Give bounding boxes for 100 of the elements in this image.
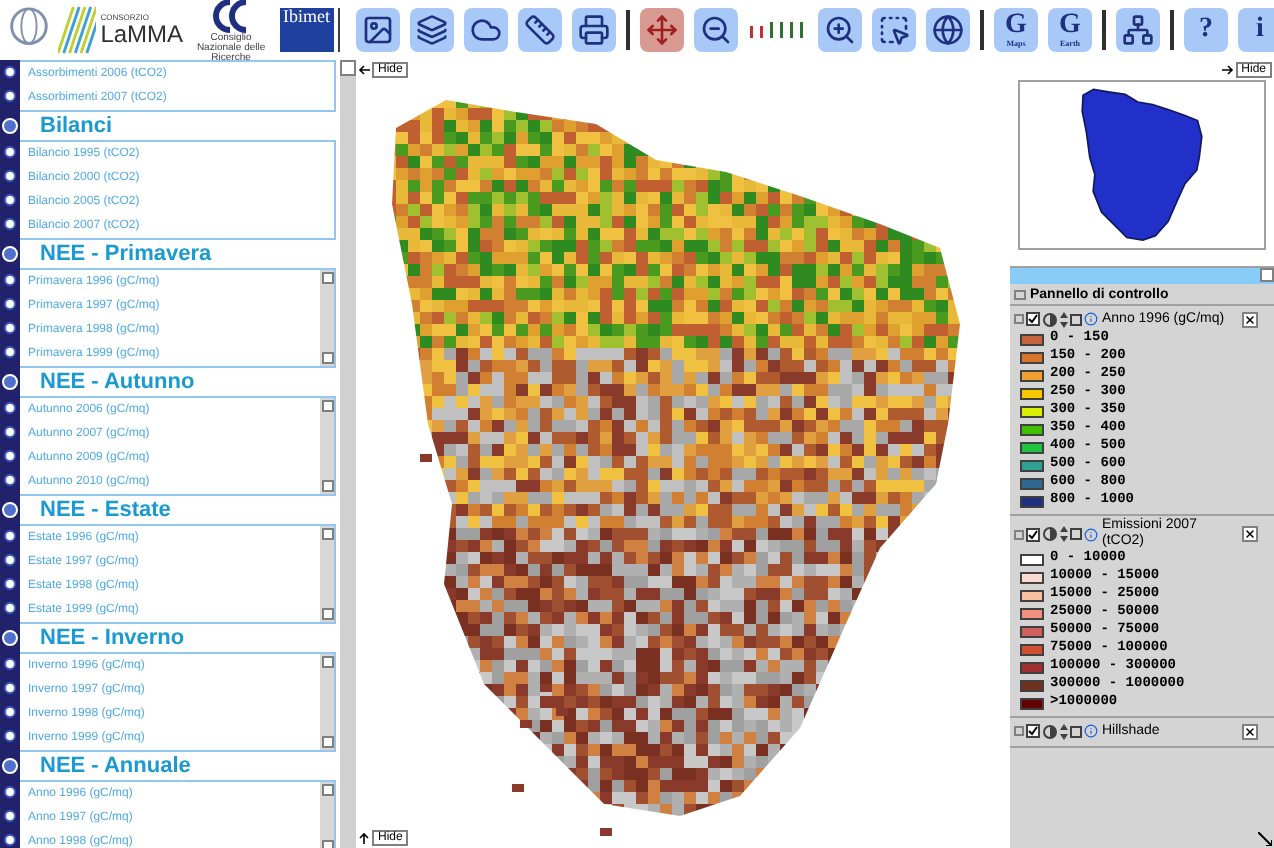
reorder-icon[interactable] bbox=[1060, 311, 1068, 327]
section-toggle-icon[interactable] bbox=[2, 374, 18, 390]
arrow-icon bbox=[358, 832, 370, 844]
scrollbar[interactable] bbox=[320, 398, 334, 494]
close-button[interactable] bbox=[1242, 311, 1258, 327]
layer-checkbox[interactable] bbox=[1026, 527, 1040, 541]
toolbar-button[interactable]: ? bbox=[1184, 8, 1228, 52]
section-toggle-icon[interactable] bbox=[2, 118, 18, 134]
scrollbar[interactable] bbox=[320, 526, 334, 622]
section-toggle-icon[interactable] bbox=[2, 630, 18, 646]
radio-button[interactable] bbox=[4, 194, 16, 206]
close-button[interactable] bbox=[1242, 723, 1258, 739]
arrow-icon bbox=[1221, 64, 1234, 76]
section-toggle-icon[interactable] bbox=[2, 246, 18, 262]
globe-button[interactable] bbox=[926, 8, 970, 52]
island-drawing bbox=[512, 784, 524, 792]
section-toggle-icon[interactable] bbox=[2, 758, 18, 774]
radio-button[interactable] bbox=[4, 530, 16, 542]
layers-icon bbox=[416, 14, 448, 46]
radio-button[interactable] bbox=[4, 66, 16, 78]
arrow-icon bbox=[358, 64, 370, 76]
zoom-out-icon bbox=[700, 14, 732, 46]
info-icon[interactable] bbox=[1084, 312, 1098, 326]
section-toggle-icon[interactable] bbox=[2, 502, 18, 518]
radio-button[interactable] bbox=[4, 170, 16, 182]
resize-grip-icon[interactable] bbox=[1258, 832, 1272, 846]
reorder-icon[interactable] bbox=[1060, 723, 1068, 739]
move-icon bbox=[646, 14, 678, 46]
collapse-button[interactable] bbox=[1260, 268, 1274, 282]
scrollbar[interactable] bbox=[320, 782, 334, 848]
zoom-out-button[interactable] bbox=[694, 8, 738, 52]
stripes-logo-icon bbox=[57, 6, 97, 54]
logo-text: LaMMA bbox=[100, 22, 184, 46]
network-button[interactable] bbox=[1116, 8, 1160, 52]
radio-button[interactable] bbox=[4, 90, 16, 102]
printer-icon bbox=[578, 14, 610, 46]
ibimet-logo: Ibimet bbox=[279, 8, 335, 52]
radio-button[interactable] bbox=[4, 298, 16, 310]
extent-icon[interactable] bbox=[1070, 725, 1082, 737]
ruler-button[interactable] bbox=[518, 8, 562, 52]
section-title: NEE - Estate bbox=[40, 499, 171, 521]
printer-button[interactable] bbox=[572, 8, 616, 52]
island-drawing bbox=[600, 828, 612, 836]
ruler-icon bbox=[524, 14, 556, 46]
cloud-icon bbox=[470, 14, 502, 46]
extent-icon[interactable] bbox=[1070, 528, 1082, 540]
scrollbar[interactable] bbox=[320, 654, 334, 750]
expand-icon bbox=[1014, 289, 1026, 299]
radio-button[interactable] bbox=[4, 346, 16, 358]
scale-ticks-icon bbox=[748, 20, 808, 40]
radio-button[interactable] bbox=[4, 810, 16, 822]
zoom-in-button[interactable] bbox=[818, 8, 862, 52]
radio-button[interactable] bbox=[4, 426, 16, 438]
zoom-in-icon bbox=[824, 14, 856, 46]
radio-button[interactable] bbox=[4, 474, 16, 486]
radio-button[interactable] bbox=[4, 682, 16, 694]
island-drawing bbox=[556, 708, 568, 716]
radio-button[interactable] bbox=[4, 450, 16, 462]
radio-button[interactable] bbox=[4, 602, 16, 614]
image-icon bbox=[362, 14, 394, 46]
layer-checkbox[interactable] bbox=[1026, 312, 1040, 326]
section-title: NEE - Annuale bbox=[40, 755, 191, 777]
opacity-icon[interactable] bbox=[1042, 311, 1058, 327]
opacity-icon[interactable] bbox=[1042, 723, 1058, 739]
radio-button[interactable] bbox=[4, 218, 16, 230]
close-button[interactable] bbox=[1242, 526, 1258, 542]
globe-icon bbox=[932, 14, 964, 46]
radio-button[interactable] bbox=[4, 578, 16, 590]
move-button[interactable] bbox=[640, 8, 684, 52]
info-icon[interactable] bbox=[1084, 724, 1098, 738]
radio-button[interactable] bbox=[4, 402, 16, 414]
info-icon[interactable] bbox=[1084, 527, 1098, 541]
layer-checkbox[interactable] bbox=[1026, 724, 1040, 738]
radio-button[interactable] bbox=[4, 834, 16, 846]
radio-button[interactable] bbox=[4, 786, 16, 798]
section-title: NEE - Primavera bbox=[40, 243, 212, 265]
radio-button[interactable] bbox=[4, 554, 16, 566]
opacity-icon[interactable] bbox=[1042, 526, 1058, 542]
collapse-icon[interactable] bbox=[1014, 726, 1024, 736]
section-title: NEE - Autunno bbox=[40, 371, 195, 393]
island-drawing bbox=[420, 454, 432, 462]
collapse-icon[interactable] bbox=[1014, 529, 1024, 539]
radio-button[interactable] bbox=[4, 706, 16, 718]
network-icon bbox=[1122, 14, 1154, 46]
radio-button[interactable] bbox=[4, 730, 16, 742]
section-title: Bilanci bbox=[40, 115, 113, 137]
radio-button[interactable] bbox=[4, 274, 16, 286]
cloud-button[interactable] bbox=[464, 8, 508, 52]
scrollbar[interactable] bbox=[320, 270, 334, 366]
reorder-icon[interactable] bbox=[1060, 526, 1068, 542]
extent-icon[interactable] bbox=[1070, 313, 1082, 325]
scrollbar[interactable] bbox=[340, 60, 356, 848]
radio-button[interactable] bbox=[4, 146, 16, 158]
layers-button[interactable] bbox=[410, 8, 454, 52]
toolbar-button[interactable]: i bbox=[1238, 8, 1274, 52]
radio-button[interactable] bbox=[4, 658, 16, 670]
image-button[interactable] bbox=[356, 8, 400, 52]
collapse-icon[interactable] bbox=[1014, 314, 1024, 324]
zoom-box-button[interactable] bbox=[872, 8, 916, 52]
radio-button[interactable] bbox=[4, 322, 16, 334]
